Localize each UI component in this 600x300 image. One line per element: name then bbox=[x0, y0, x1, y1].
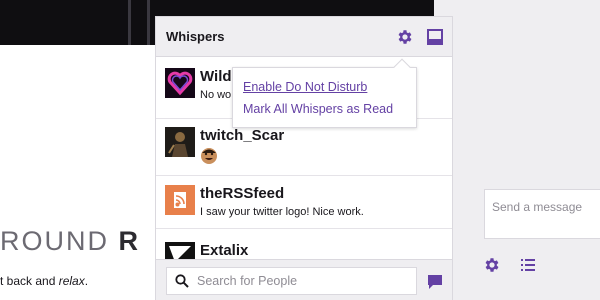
chat-column: Send a message bbox=[434, 0, 600, 300]
avatar bbox=[165, 185, 195, 215]
enable-do-not-disturb-item[interactable]: Enable Do Not Disturb bbox=[243, 80, 367, 94]
whisper-thread[interactable]: theRSSfeed I saw your twitter logo! Nice… bbox=[156, 176, 452, 229]
page-text: t back and relax. bbox=[0, 274, 89, 288]
video-frame-divider bbox=[147, 0, 150, 45]
whispers-title: Whispers bbox=[166, 29, 225, 44]
viewer-list-icon[interactable] bbox=[520, 257, 536, 273]
chat-settings-gear-icon[interactable] bbox=[483, 256, 501, 274]
avatar bbox=[165, 127, 195, 157]
avatar bbox=[165, 242, 195, 259]
page-heading: ROUND R bbox=[0, 226, 140, 256]
new-whisper-icon[interactable] bbox=[427, 274, 443, 290]
whispers-panel: Whispers Wildl No wo twitch_Scar theRSSf… bbox=[155, 16, 453, 300]
avatar bbox=[165, 68, 195, 98]
thread-message-preview: I saw your twitter logo! Nice work. bbox=[200, 206, 364, 218]
whisper-settings-dropdown: Enable Do Not Disturb Mark All Whispers … bbox=[232, 58, 417, 128]
thread-username: Wildl bbox=[200, 68, 236, 85]
popout-window-icon[interactable] bbox=[426, 28, 444, 46]
thread-username: theRSSfeed bbox=[200, 185, 285, 202]
whisper-thread[interactable]: Extalix bbox=[156, 229, 452, 259]
search-icon bbox=[175, 274, 189, 288]
chat-message-input[interactable]: Send a message bbox=[484, 189, 600, 239]
whispers-settings-gear-icon[interactable] bbox=[396, 28, 414, 46]
thread-message-preview: No wo bbox=[200, 89, 232, 101]
video-frame-divider bbox=[128, 0, 131, 45]
thread-username: twitch_Scar bbox=[200, 127, 285, 144]
search-bar bbox=[156, 259, 452, 300]
whispers-header: Whispers bbox=[156, 17, 452, 57]
emote-icon bbox=[201, 148, 217, 164]
search-box[interactable] bbox=[166, 267, 417, 295]
mark-all-read-item[interactable]: Mark All Whispers as Read bbox=[243, 102, 393, 116]
thread-username: Extalix bbox=[200, 242, 249, 259]
search-people-input[interactable] bbox=[197, 272, 412, 290]
